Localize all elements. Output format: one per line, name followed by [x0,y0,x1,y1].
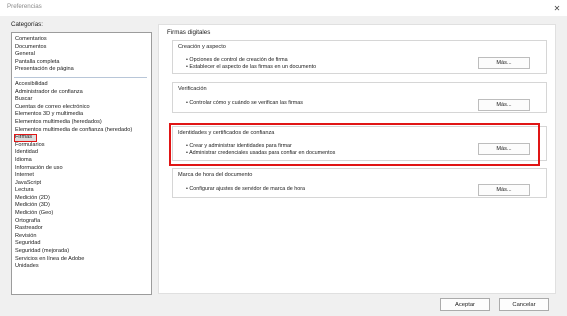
category-item[interactable]: Revisión [14,233,151,241]
category-item[interactable]: Medición (2D) [14,195,151,203]
category-item[interactable]: Rastreador [14,225,151,233]
accept-button[interactable]: Aceptar [440,298,490,311]
panel-title: Firmas digitales [167,29,211,36]
category-item[interactable]: Seguridad (mejorada) [14,248,151,256]
category-item[interactable]: Administrador de confianza [14,89,151,97]
more-button-creation[interactable]: Más... [478,57,530,69]
categories-label: Categorías: [11,21,43,28]
group-title: Marca de hora del documento [178,172,253,178]
category-item[interactable]: Unidades [14,263,151,271]
window-title: Preferencias [7,3,42,10]
group-line: • Configurar ajustes de servidor de marc… [186,186,306,192]
group-verification: Verificación • Controlar cómo y cuándo s… [172,82,547,113]
category-item[interactable]: Lectura [14,187,151,195]
group-creation-appearance: Creación y aspecto • Opciones de control… [172,40,547,74]
more-button-timestamp[interactable]: Más... [478,184,530,196]
category-item[interactable]: Cuentas de correo electrónico [14,104,151,112]
category-item[interactable]: Internet [14,172,151,180]
category-separator [14,76,147,78]
category-item[interactable]: Servicios en línea de Adobe [14,256,151,264]
category-item[interactable]: Accesibilidad [14,81,151,89]
category-item[interactable]: Medición (Geo) [14,210,151,218]
group-line: • Controlar cómo y cuándo se verifican l… [186,100,303,106]
category-item[interactable]: Formularios [14,142,151,150]
cancel-button[interactable]: Cancelar [499,298,549,311]
more-button-verification[interactable]: Más... [478,99,530,111]
category-item[interactable]: Elementos multimedia (heredados) [14,119,151,127]
categories-list[interactable]: Comentarios Documentos General Pantalla … [11,32,152,295]
category-item[interactable]: Información de uso [14,165,151,173]
category-item[interactable]: Seguridad [14,240,151,248]
group-title: Creación y aspecto [178,44,226,50]
category-item[interactable]: Elementos 3D y multimedia [14,111,151,119]
title-bar: Preferencias ✕ [0,0,567,16]
group-line: • Opciones de control de creación de fir… [186,57,288,63]
highlight-box [169,123,540,166]
group-title: Verificación [178,86,207,92]
category-item[interactable]: Presentación de página [14,66,151,74]
category-item[interactable]: General [14,51,151,59]
group-line: • Establecer el aspecto de las firmas en… [186,64,317,70]
category-item[interactable]: Medición (3D) [14,202,151,210]
category-item[interactable]: Idioma [14,157,151,165]
category-item[interactable]: JavaScript [14,180,151,188]
category-item[interactable]: Buscar [14,96,151,104]
group-timestamp: Marca de hora del documento • Configurar… [172,168,547,198]
category-item[interactable]: Comentarios [14,36,151,44]
category-item[interactable]: Ortografía [14,218,151,226]
category-item[interactable]: Pantalla completa [14,59,151,67]
close-icon[interactable]: ✕ [549,0,565,16]
category-item-firmas[interactable]: Firmas [14,134,37,142]
category-item[interactable]: Elementos multimedia de confianza (hered… [14,127,151,135]
category-item[interactable]: Identidad [14,149,151,157]
category-item[interactable]: Documentos [14,44,151,52]
